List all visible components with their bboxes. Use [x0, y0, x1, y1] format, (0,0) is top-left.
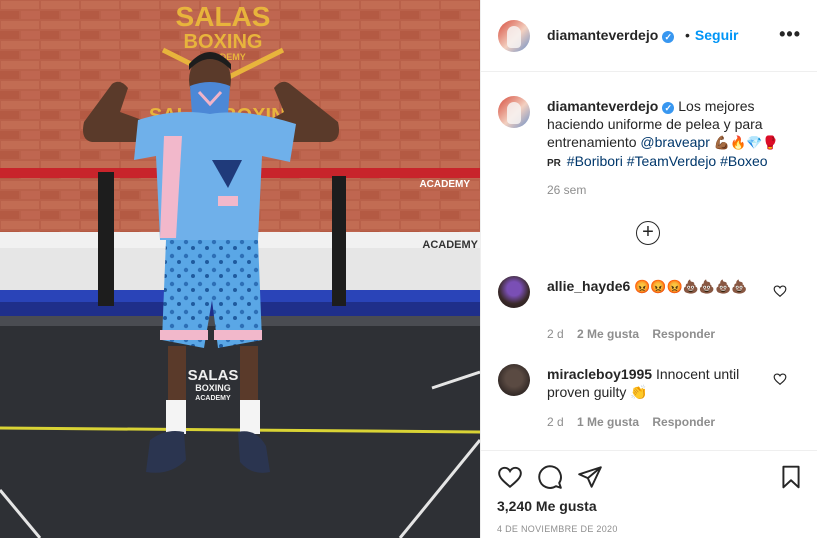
- comment-meta: 2 d 2 Me gusta Responder: [547, 327, 725, 341]
- post-time[interactable]: 26 sem: [547, 183, 586, 197]
- country-flag-label: PR: [547, 158, 561, 169]
- header-username-wrap: diamanteverdejo ✓: [547, 27, 675, 43]
- comment-likes[interactable]: 1 Me gusta: [577, 415, 639, 429]
- reply-button[interactable]: Responder: [652, 327, 715, 341]
- bookmark-icon[interactable]: [778, 464, 804, 490]
- follow-label: Seguir: [694, 27, 739, 43]
- comment-meta: 2 d 1 Me gusta Responder: [547, 415, 725, 429]
- separator-dot: •: [685, 27, 690, 43]
- comment-avatar[interactable]: [498, 276, 530, 308]
- comment-text: 😡😡😡💩💩💩💩: [634, 279, 748, 294]
- photo-illustration: SALAS BOXING ACADEMY SALAS BOXING ACADEM…: [0, 0, 480, 538]
- floor-logo-top: SALAS: [188, 367, 239, 384]
- comment-like-heart-icon[interactable]: [773, 372, 787, 386]
- wall-sign-top: SALAS: [176, 1, 271, 32]
- post-photo[interactable]: SALAS BOXING ACADEMY SALAS BOXING ACADEM…: [0, 0, 480, 538]
- more-options-icon[interactable]: •••: [779, 24, 801, 45]
- caption-mention[interactable]: @braveapr: [640, 134, 709, 150]
- share-icon[interactable]: [577, 464, 603, 490]
- comment-age[interactable]: 2 d: [547, 327, 564, 341]
- header-username[interactable]: diamanteverdejo: [547, 27, 658, 43]
- heart-icon[interactable]: [497, 464, 523, 490]
- caption-username[interactable]: diamanteverdejo: [547, 98, 658, 114]
- verified-badge-icon: ✓: [662, 102, 675, 114]
- comment-item: miracleboy1995 Innocent until proven gui…: [547, 365, 765, 401]
- comment-icon[interactable]: [537, 464, 563, 490]
- verified-badge-icon: ✓: [662, 31, 675, 43]
- post-date: 4 DE NOVIEMBRE DE 2020: [497, 524, 618, 534]
- floor-logo-bottom: ACADEMY: [195, 395, 231, 402]
- comment-age[interactable]: 2 d: [547, 415, 564, 429]
- caption-hashtags[interactable]: #Boribori #TeamVerdejo #Boxeo: [567, 153, 768, 169]
- wall-sign-mid: BOXING: [184, 31, 263, 53]
- caption-avatar[interactable]: [498, 96, 530, 128]
- caption-emojis: 💪🏾🔥💎🥊: [713, 135, 779, 150]
- post-details-panel: diamanteverdejo ✓ • Seguir ••• diamantever…: [480, 0, 817, 538]
- comment-like-heart-icon[interactable]: [773, 284, 787, 298]
- avatar[interactable]: [498, 20, 530, 52]
- post-caption: diamanteverdejo ✓ Los mejores haciendo uni…: [547, 97, 803, 173]
- rope-text-1: ACADEMY: [419, 179, 470, 190]
- comment-avatar[interactable]: [498, 364, 530, 396]
- comment-likes[interactable]: 2 Me gusta: [577, 327, 639, 341]
- comment-username[interactable]: miracleboy1995: [547, 366, 652, 382]
- reply-button[interactable]: Responder: [652, 415, 715, 429]
- comment-username[interactable]: allie_hayde6: [547, 278, 630, 294]
- comment-item: allie_hayde6 😡😡😡💩💩💩💩: [547, 277, 765, 296]
- follow-button[interactable]: • Seguir: [685, 27, 738, 43]
- load-more-comments-icon[interactable]: +: [636, 221, 660, 245]
- floor-logo-mid: BOXING: [195, 383, 231, 393]
- likes-count[interactable]: 3,240 Me gusta: [497, 498, 597, 514]
- post-actions: 3,240 Me gusta 4 DE NOVIEMBRE DE 2020: [481, 450, 817, 538]
- post-header: diamanteverdejo ✓ • Seguir •••: [481, 0, 817, 72]
